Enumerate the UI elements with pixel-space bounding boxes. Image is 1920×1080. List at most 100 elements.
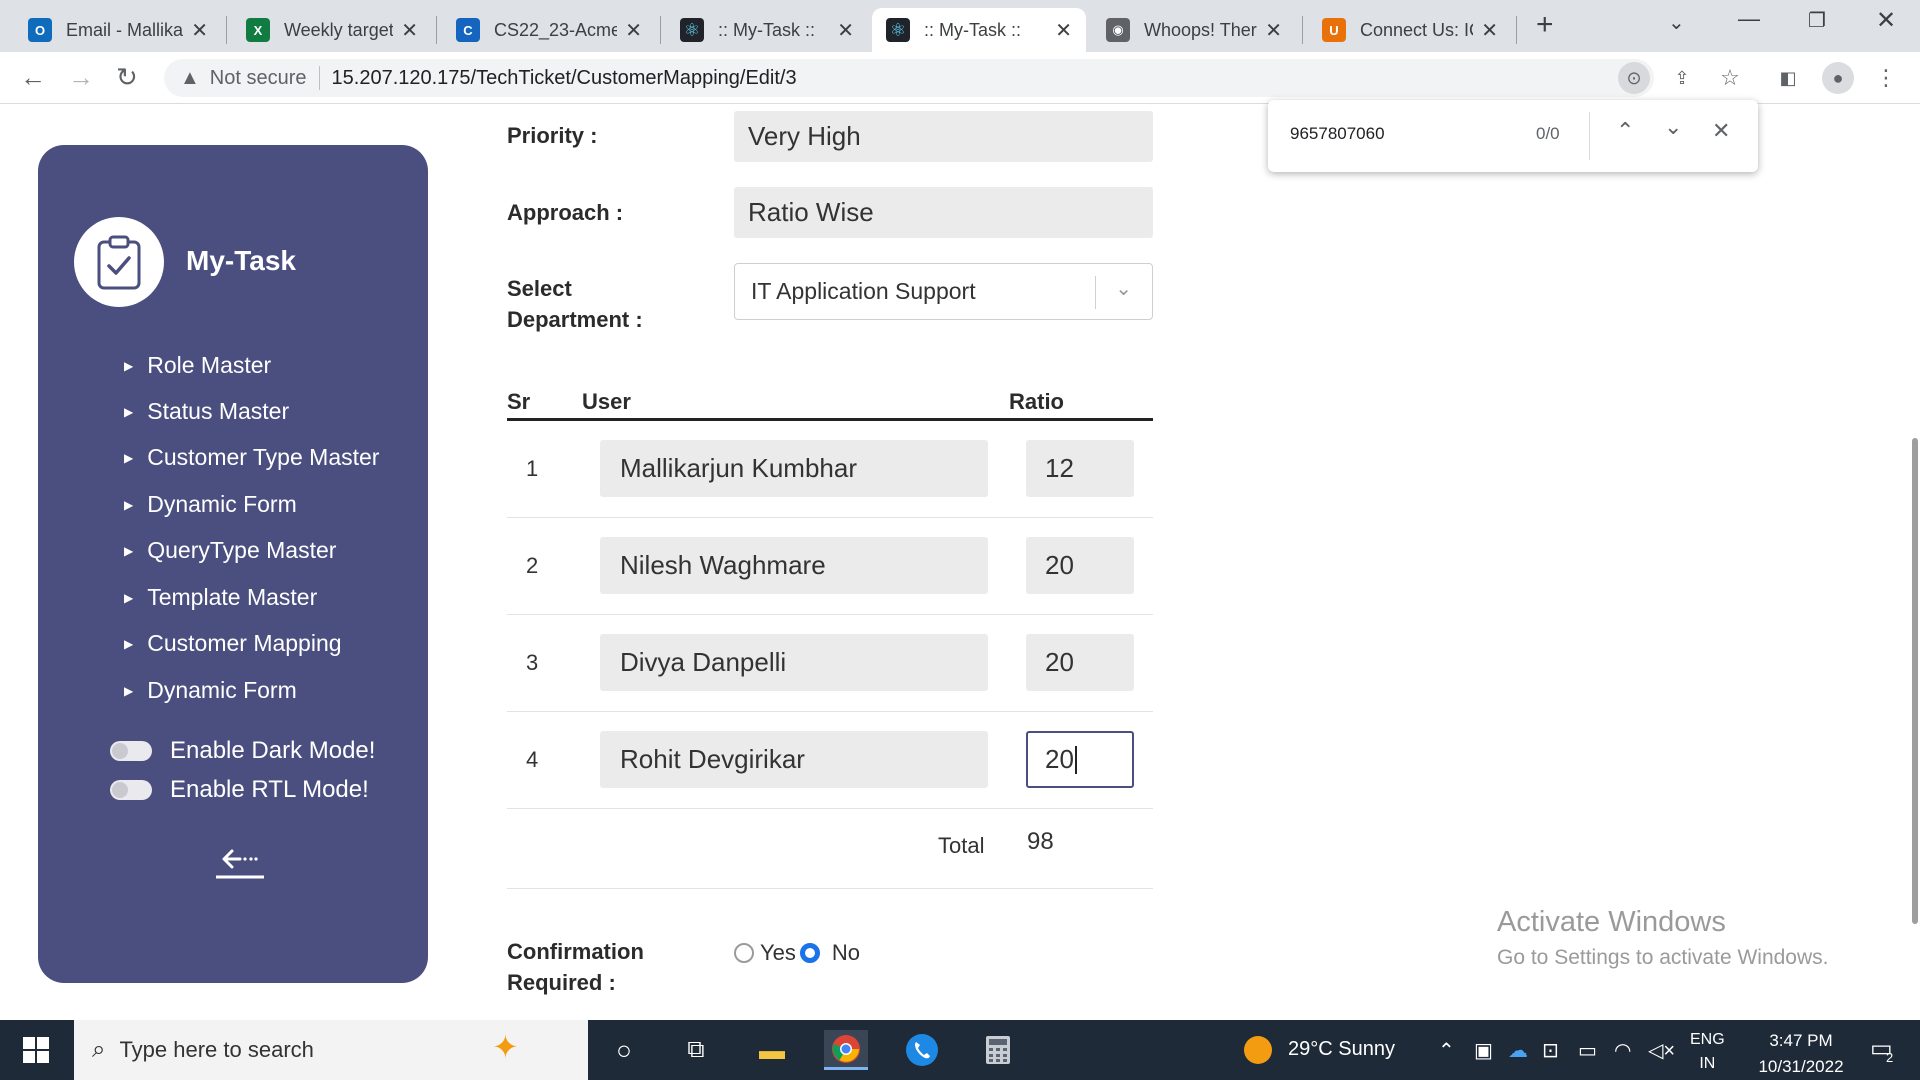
ratio-input[interactable]: 12 xyxy=(1026,440,1134,497)
tab-strip: O Email - Mallikarjun ✕ X Weekly target … xyxy=(0,0,1920,52)
ratio-input[interactable]: 20 xyxy=(1026,634,1134,691)
tab-email[interactable]: O Email - Mallikarjun ✕ xyxy=(14,8,222,52)
radio-no[interactable] xyxy=(799,943,820,963)
find-input[interactable]: 9657807060 xyxy=(1290,124,1385,144)
radio-yes-label[interactable]: Yes xyxy=(760,940,796,966)
chrome-icon[interactable] xyxy=(824,1030,868,1070)
close-icon[interactable]: ✕ xyxy=(191,18,208,43)
wifi-icon[interactable]: ◠ xyxy=(1614,1038,1631,1063)
close-icon[interactable]: ✕ xyxy=(1481,18,1498,43)
tab-weekly-target[interactable]: X Weekly target ✕ xyxy=(232,8,432,52)
find-bar: 9657807060 0/0 ⌃ ⌄ ✕ xyxy=(1268,100,1758,172)
ratio-input[interactable]: 20 xyxy=(1026,537,1134,594)
radio-no-label[interactable]: No xyxy=(832,940,860,966)
windows-start-icon[interactable] xyxy=(14,1030,58,1070)
user-field[interactable]: Rohit Devgirikar xyxy=(600,731,988,788)
text-cursor xyxy=(1074,745,1077,774)
tab-whoops[interactable]: ◉ Whoops! There ✕ xyxy=(1092,8,1296,52)
zoom-lens-icon[interactable]: ⊙ xyxy=(1618,62,1650,94)
url-text[interactable]: 15.207.120.175/TechTicket/CustomerMappin… xyxy=(332,67,797,90)
tab-cs22[interactable]: C CS22_23-Acme ✕ xyxy=(442,8,656,52)
close-icon[interactable]: ✕ xyxy=(1265,18,1282,43)
department-select[interactable]: IT Application Support ⌄ xyxy=(734,263,1153,320)
sidebar-item-dynamic-form-2[interactable]: ▶ Dynamic Form xyxy=(124,677,297,704)
language-indicator[interactable]: ENG IN xyxy=(1690,1028,1725,1076)
language-line-2: IN xyxy=(1699,1055,1716,1072)
bookmark-star-icon[interactable]: ☆ xyxy=(1714,62,1746,94)
meet-icon[interactable]: ▣ xyxy=(1474,1038,1493,1063)
clock[interactable]: 3:47 PM 10/31/2022 xyxy=(1748,1028,1854,1080)
sidebar-item-label: Status Master xyxy=(147,398,290,424)
sidebar: My-Task ▶ Role Master ▶ Status Master ▶ … xyxy=(38,145,428,983)
battery-icon[interactable]: ▭ xyxy=(1578,1038,1597,1063)
find-close-icon[interactable]: ✕ xyxy=(1712,118,1730,144)
sidebar-item-customer-type-master[interactable]: ▶ Customer Type Master xyxy=(124,444,379,471)
menu-icon[interactable]: ⋮ xyxy=(1870,62,1902,94)
sidebar-item-label: Customer Mapping xyxy=(147,630,342,656)
col-header-user: User xyxy=(582,389,631,414)
activate-windows-subtitle: Go to Settings to activate Windows. xyxy=(1497,946,1829,969)
dark-mode-label: Enable Dark Mode! xyxy=(170,737,376,764)
address-bar[interactable]: ▲ Not secure 15.207.120.175/TechTicket/C… xyxy=(164,59,1654,97)
page-scrollbar[interactable] xyxy=(1912,438,1918,924)
sidebar-item-label: Role Master xyxy=(147,352,272,378)
caret-right-icon: ▶ xyxy=(124,543,134,558)
calculator-icon[interactable] xyxy=(976,1030,1020,1070)
user-field[interactable]: Mallikarjun Kumbhar xyxy=(600,440,988,497)
user-field[interactable]: Nilesh Waghmare xyxy=(600,537,988,594)
new-tab-icon[interactable]: + xyxy=(1536,8,1554,42)
weather-sun-icon[interactable] xyxy=(1242,1034,1274,1072)
sidebar-item-dynamic-form[interactable]: ▶ Dynamic Form xyxy=(124,491,297,518)
total-value: 98 xyxy=(1027,828,1054,855)
onedrive-icon[interactable]: ☁ xyxy=(1508,1038,1528,1063)
col-header-ratio: Ratio xyxy=(1009,389,1064,414)
clock-date: 10/31/2022 xyxy=(1758,1057,1844,1076)
radio-yes[interactable] xyxy=(734,943,754,963)
cortana-icon[interactable]: ○ xyxy=(602,1030,646,1070)
sidebar-item-role-master[interactable]: ▶ Role Master xyxy=(124,352,271,379)
weather-text[interactable]: 29°C Sunny xyxy=(1288,1038,1395,1061)
share-icon[interactable]: ⇪ xyxy=(1666,62,1698,94)
side-panel-icon[interactable]: ◧ xyxy=(1772,62,1804,94)
back-icon[interactable]: ← xyxy=(20,62,46,93)
reload-icon[interactable]: ↻ xyxy=(116,62,138,93)
profile-icon[interactable]: ● xyxy=(1822,62,1854,94)
task-view-icon[interactable]: ⧉ xyxy=(674,1030,718,1070)
security-label: Not secure xyxy=(209,66,307,89)
network-status-icon[interactable]: ⊡ xyxy=(1542,1038,1559,1063)
ratio-input-focused[interactable]: 20 xyxy=(1026,731,1134,788)
tab-search-icon[interactable]: ⌄ xyxy=(1668,10,1685,35)
volume-muted-icon[interactable]: ◁× xyxy=(1648,1038,1675,1063)
tab-my-task-1[interactable]: ⚛ :: My-Task :: ✕ xyxy=(666,8,868,52)
rtl-mode-toggle-row[interactable]: Enable RTL Mode! xyxy=(110,776,369,804)
sidebar-item-customer-mapping[interactable]: ▶ Customer Mapping xyxy=(124,630,342,657)
sidebar-item-status-master[interactable]: ▶ Status Master xyxy=(124,398,289,425)
minimize-icon[interactable]: — xyxy=(1738,6,1760,32)
dark-mode-toggle-row[interactable]: Enable Dark Mode! xyxy=(110,737,375,765)
phone-app-icon[interactable] xyxy=(900,1030,944,1070)
tab-connect-us[interactable]: U Connect Us: IC ✕ xyxy=(1308,8,1512,52)
close-icon[interactable]: ✕ xyxy=(837,18,854,43)
dark-mode-toggle[interactable] xyxy=(110,741,152,761)
forward-icon[interactable]: → xyxy=(68,62,94,93)
collapse-sidebar-icon[interactable] xyxy=(214,845,266,885)
close-icon[interactable]: ✕ xyxy=(625,18,642,43)
chevron-down-icon: ⌄ xyxy=(1115,278,1132,300)
tab-my-task-active[interactable]: ⚛ :: My-Task :: ✕ xyxy=(872,8,1086,52)
user-field[interactable]: Divya Danpelli xyxy=(600,634,988,691)
priority-field[interactable]: Very High xyxy=(734,111,1153,162)
rtl-mode-toggle[interactable] xyxy=(110,780,152,800)
taskbar-search[interactable]: ⌕ Type here to search ✦ xyxy=(74,1020,588,1080)
department-label-line-2: Department : xyxy=(507,307,643,332)
close-icon[interactable]: ✕ xyxy=(1055,18,1072,43)
approach-field[interactable]: Ratio Wise xyxy=(734,187,1153,238)
find-previous-icon[interactable]: ⌃ xyxy=(1616,118,1634,144)
sidebar-item-querytype-master[interactable]: ▶ QueryType Master xyxy=(124,537,336,564)
find-next-icon[interactable]: ⌄ xyxy=(1664,114,1682,140)
restore-icon[interactable]: ❐ xyxy=(1808,8,1826,33)
sidebar-item-template-master[interactable]: ▶ Template Master xyxy=(124,584,317,611)
close-icon[interactable]: ✕ xyxy=(401,18,418,43)
file-explorer-icon[interactable]: ▬ xyxy=(750,1030,794,1070)
window-close-icon[interactable]: ✕ xyxy=(1876,6,1896,35)
tray-chevron-icon[interactable]: ⌃ xyxy=(1438,1038,1455,1063)
